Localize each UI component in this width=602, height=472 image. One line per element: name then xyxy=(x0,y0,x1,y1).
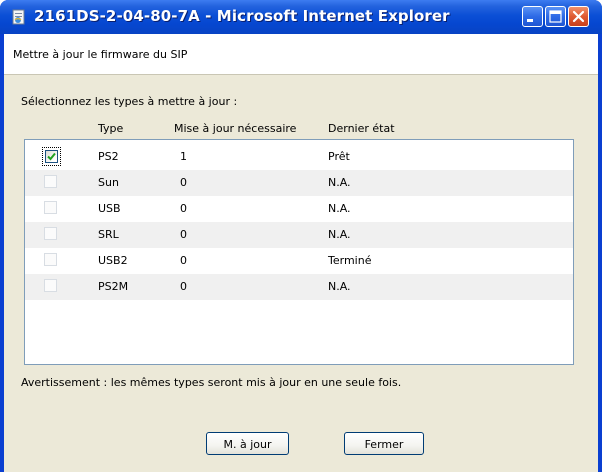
cell-update-needed: 0 xyxy=(180,254,187,267)
checkbox-sun[interactable] xyxy=(44,175,57,188)
cell-update-needed: 0 xyxy=(180,202,187,215)
table-row[interactable]: PS2 1 Prêt xyxy=(25,144,573,170)
cell-last-state: N.A. xyxy=(328,202,351,215)
cell-update-needed: 1 xyxy=(180,150,187,163)
dialog-content: Mettre à jour le firmware du SIP Sélecti… xyxy=(4,34,598,472)
browser-window: 2161DS-2-04-80-7A - Microsoft Internet E… xyxy=(0,0,602,472)
table-row[interactable]: USB2 0 Terminé xyxy=(25,248,573,274)
update-button[interactable]: M. à jour xyxy=(206,432,289,455)
checkbox-usb[interactable] xyxy=(44,201,57,214)
window-title: 2161DS-2-04-80-7A - Microsoft Internet E… xyxy=(34,7,450,25)
header-band: Mettre à jour le firmware du SIP xyxy=(4,34,598,75)
maximize-button[interactable] xyxy=(545,6,566,27)
table-row[interactable]: SRL 0 N.A. xyxy=(25,222,573,248)
table-row[interactable]: USB 0 N.A. xyxy=(25,196,573,222)
cell-last-state: N.A. xyxy=(328,280,351,293)
cell-type: USB xyxy=(98,202,121,215)
close-button[interactable]: Fermer xyxy=(344,432,424,455)
row-checkbox-wrap[interactable] xyxy=(42,199,61,218)
cell-type: PS2 xyxy=(98,150,119,163)
cell-last-state: N.A. xyxy=(328,176,351,189)
table-row[interactable]: Sun 0 N.A. xyxy=(25,170,573,196)
checkbox-srl[interactable] xyxy=(44,227,57,240)
column-header-type: Type xyxy=(98,122,124,135)
cell-last-state: Prêt xyxy=(328,150,350,163)
cell-type: SRL xyxy=(98,228,119,241)
column-header-last-state: Dernier état xyxy=(328,122,395,135)
cell-type: Sun xyxy=(98,176,119,189)
table-row[interactable]: PS2M 0 N.A. xyxy=(25,274,573,300)
warning-message: Avertissement : les mêmes types seront m… xyxy=(21,376,402,389)
cell-update-needed: 0 xyxy=(180,176,187,189)
cell-update-needed: 0 xyxy=(180,228,187,241)
row-checkbox-wrap[interactable] xyxy=(42,225,61,244)
row-checkbox-wrap[interactable] xyxy=(42,251,61,270)
row-checkbox-focus[interactable] xyxy=(42,147,61,166)
title-bar[interactable]: 2161DS-2-04-80-7A - Microsoft Internet E… xyxy=(0,0,602,34)
cell-last-state: N.A. xyxy=(328,228,351,241)
select-types-label: Sélectionnez les types à mettre à jour : xyxy=(21,95,238,108)
checkbox-ps2[interactable] xyxy=(45,150,58,163)
checkbox-ps2m[interactable] xyxy=(44,279,57,292)
types-list[interactable]: PS2 1 Prêt Sun 0 N.A. USB 0 N.A. SRL 0 N… xyxy=(24,139,574,365)
cell-type: USB2 xyxy=(98,254,128,267)
cell-update-needed: 0 xyxy=(180,280,187,293)
row-checkbox-wrap[interactable] xyxy=(42,277,61,296)
checkbox-usb2[interactable] xyxy=(44,253,57,266)
minimize-button[interactable] xyxy=(522,6,543,27)
cell-last-state: Terminé xyxy=(328,254,372,267)
cell-type: PS2M xyxy=(98,280,129,293)
row-checkbox-wrap[interactable] xyxy=(42,173,61,192)
column-header-update-needed: Mise à jour nécessaire xyxy=(174,122,297,135)
page-title: Mettre à jour le firmware du SIP xyxy=(13,48,188,61)
close-window-button[interactable] xyxy=(568,6,589,27)
ie-page-icon xyxy=(11,9,27,25)
